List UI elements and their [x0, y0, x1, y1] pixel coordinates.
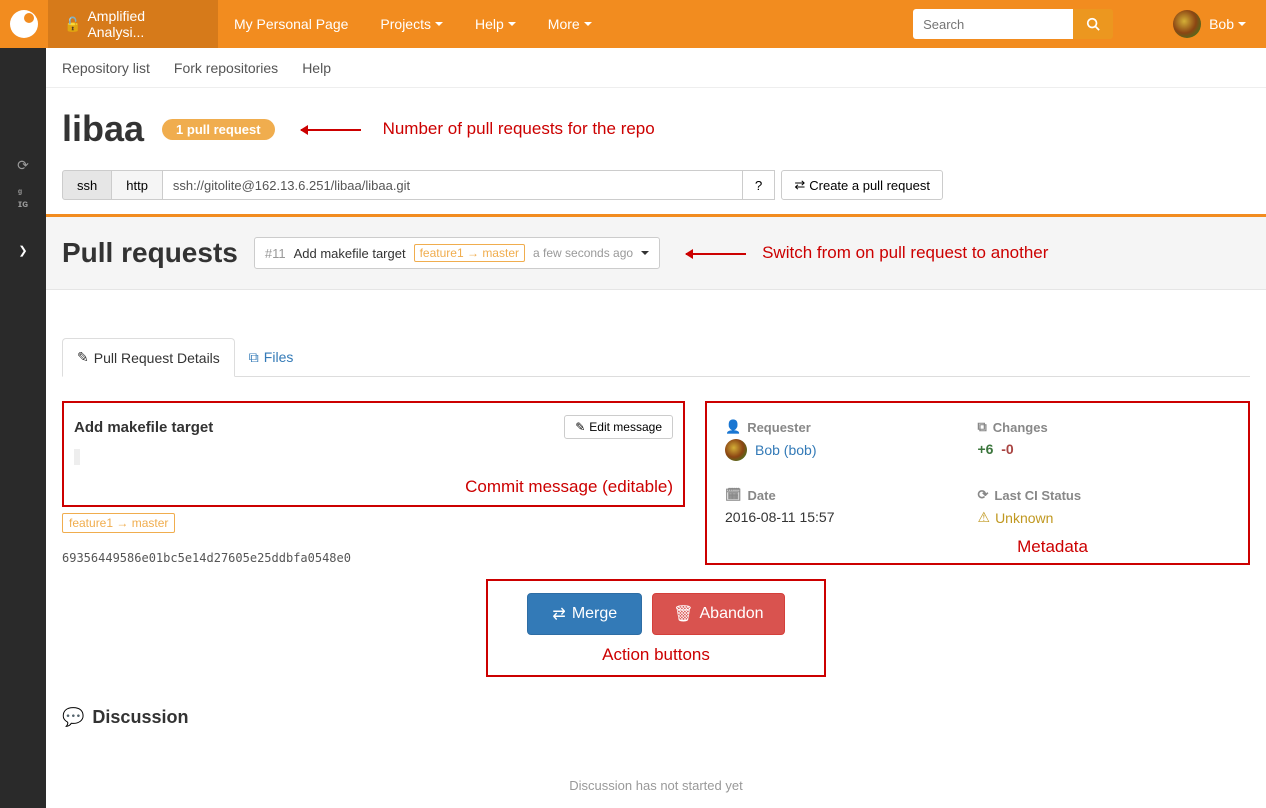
pull-request-selector[interactable]: #11 Add makefile target feature1 → maste… — [254, 237, 660, 269]
nav-help[interactable]: Help — [302, 60, 331, 76]
repo-subnav: Repository list Fork repositories Help — [46, 48, 1266, 88]
edit-icon: ✎ — [575, 420, 585, 434]
search-icon — [1086, 17, 1100, 31]
pull-requests-heading: Pull requests — [62, 237, 238, 269]
current-project-menu[interactable]: 🔓 Amplified Analysi... — [48, 0, 218, 48]
requester-avatar — [725, 439, 747, 461]
branch-flow-badge: feature1 → master — [62, 513, 175, 533]
nav-more[interactable]: More — [532, 0, 608, 48]
pencil-icon: ✎ — [77, 349, 89, 366]
top-navbar: 🔓 Amplified Analysi... My Personal Page … — [0, 0, 1266, 48]
expand-sidebar-button[interactable]: ❯ — [9, 236, 37, 264]
branch-flow-badge: feature1 → master — [414, 244, 525, 262]
chat-icon: 💬 — [62, 707, 84, 728]
pr-metadata-box: 👤Requester Bob (bob) ⧉Changes +6 -0 — [705, 401, 1250, 565]
caret-down-icon — [1238, 22, 1246, 26]
tab-pr-details[interactable]: ✎ Pull Request Details — [62, 338, 235, 377]
caret-down-icon — [435, 22, 443, 26]
refresh-icon: ⟳ — [978, 487, 989, 503]
commit-hash: 69356449586e01bc5e14d27605e25ddbfa0548e0 — [62, 551, 685, 565]
discussion-heading: 💬 Discussion — [62, 707, 1250, 728]
merge-icon: ⇄ — [552, 604, 565, 624]
pr-time: a few seconds ago — [533, 246, 633, 260]
date-label: 🗓Date — [725, 487, 978, 503]
user-avatar — [1173, 10, 1201, 38]
requester-link[interactable]: Bob (bob) — [755, 442, 816, 458]
app-logo[interactable] — [0, 0, 48, 48]
clone-proto-http[interactable]: http — [112, 170, 163, 200]
trash-icon: 🗑 — [673, 604, 693, 624]
clone-url-field[interactable] — [163, 170, 743, 200]
pr-number: #11 — [265, 246, 286, 261]
repo-title: libaa — [62, 108, 144, 150]
annotation-action-buttons: Action buttons — [498, 645, 814, 665]
commit-title: Add makefile target — [74, 419, 213, 436]
merge-icon: ⇄ — [794, 177, 805, 193]
create-pull-request-button[interactable]: ⇄ Create a pull request — [781, 170, 943, 200]
username: Bob — [1209, 16, 1234, 32]
action-buttons-box: ⇄ Merge 🗑 Abandon Action buttons — [486, 579, 826, 677]
pull-requests-section: Pull requests #11 Add makefile target fe… — [46, 217, 1266, 290]
nav-repository-list[interactable]: Repository list — [62, 60, 150, 76]
user-icon: 👤 — [725, 419, 741, 435]
annotation-switch-pr: Switch from on pull request to another — [762, 242, 1048, 264]
search-form — [913, 9, 1113, 39]
clone-proto-ssh[interactable]: ssh — [62, 170, 112, 200]
search-input[interactable] — [913, 9, 1073, 39]
files-icon: ⧉ — [249, 349, 259, 366]
nav-help[interactable]: Help — [459, 0, 532, 48]
commit-message-box: Add makefile target ✎ Edit message Commi… — [62, 401, 685, 507]
unlock-icon: 🔓 — [64, 16, 81, 33]
left-sidebar: ⟳ ᵍɪɢ ❯ — [0, 48, 46, 808]
refresh-icon[interactable]: ⟳ — [0, 148, 46, 182]
diff-icon: ⧉ — [978, 419, 987, 435]
annotation-arrow — [686, 245, 746, 261]
discussion-empty-text: Discussion has not started yet — [62, 778, 1250, 793]
user-menu[interactable]: Bob — [1173, 10, 1246, 38]
requester-label: 👤Requester — [725, 419, 978, 435]
pr-title: Add makefile target — [294, 246, 406, 261]
annotation-arrow — [301, 121, 361, 137]
deletions-count: -0 — [1001, 441, 1013, 457]
git-icon[interactable]: ᵍɪɢ — [0, 182, 46, 216]
additions-count: +6 — [978, 441, 994, 457]
caret-down-icon — [641, 251, 649, 255]
annotation-pr-count: Number of pull requests for the repo — [383, 119, 655, 139]
caret-down-icon — [584, 22, 592, 26]
abandon-button[interactable]: 🗑 Abandon — [652, 593, 784, 635]
annotation-metadata: Metadata — [1017, 537, 1088, 557]
tab-files[interactable]: ⧉ Files — [235, 338, 308, 376]
annotation-commit-msg: Commit message (editable) — [465, 477, 673, 497]
caret-down-icon — [508, 22, 516, 26]
repo-header: libaa 1 pull request Number of pull requ… — [62, 108, 1250, 150]
nav-fork-repositories[interactable]: Fork repositories — [174, 60, 278, 76]
search-button[interactable] — [1073, 9, 1113, 39]
project-name: Amplified Analysi... — [87, 8, 202, 40]
calendar-icon: 🗓 — [725, 487, 742, 503]
nav-personal-page[interactable]: My Personal Page — [218, 0, 364, 48]
pr-tabs: ✎ Pull Request Details ⧉ Files — [62, 338, 1250, 377]
pr-count-badge[interactable]: 1 pull request — [162, 119, 275, 140]
clone-row: ssh http ? ⇄ Create a pull request — [62, 170, 1250, 200]
clone-help-button[interactable]: ? — [743, 170, 775, 200]
merge-button[interactable]: ⇄ Merge — [527, 593, 642, 635]
date-value: 2016-08-11 15:57 — [725, 509, 978, 525]
commit-body-textarea[interactable] — [74, 449, 80, 465]
warning-icon: ⚠ — [978, 509, 991, 526]
edit-message-button[interactable]: ✎ Edit message — [564, 415, 673, 439]
ci-status-label: ⟳Last CI Status — [978, 487, 1231, 503]
changes-label: ⧉Changes — [978, 419, 1231, 435]
ci-status-value: ⚠Unknown — [978, 509, 1231, 526]
nav-projects[interactable]: Projects — [364, 0, 459, 48]
